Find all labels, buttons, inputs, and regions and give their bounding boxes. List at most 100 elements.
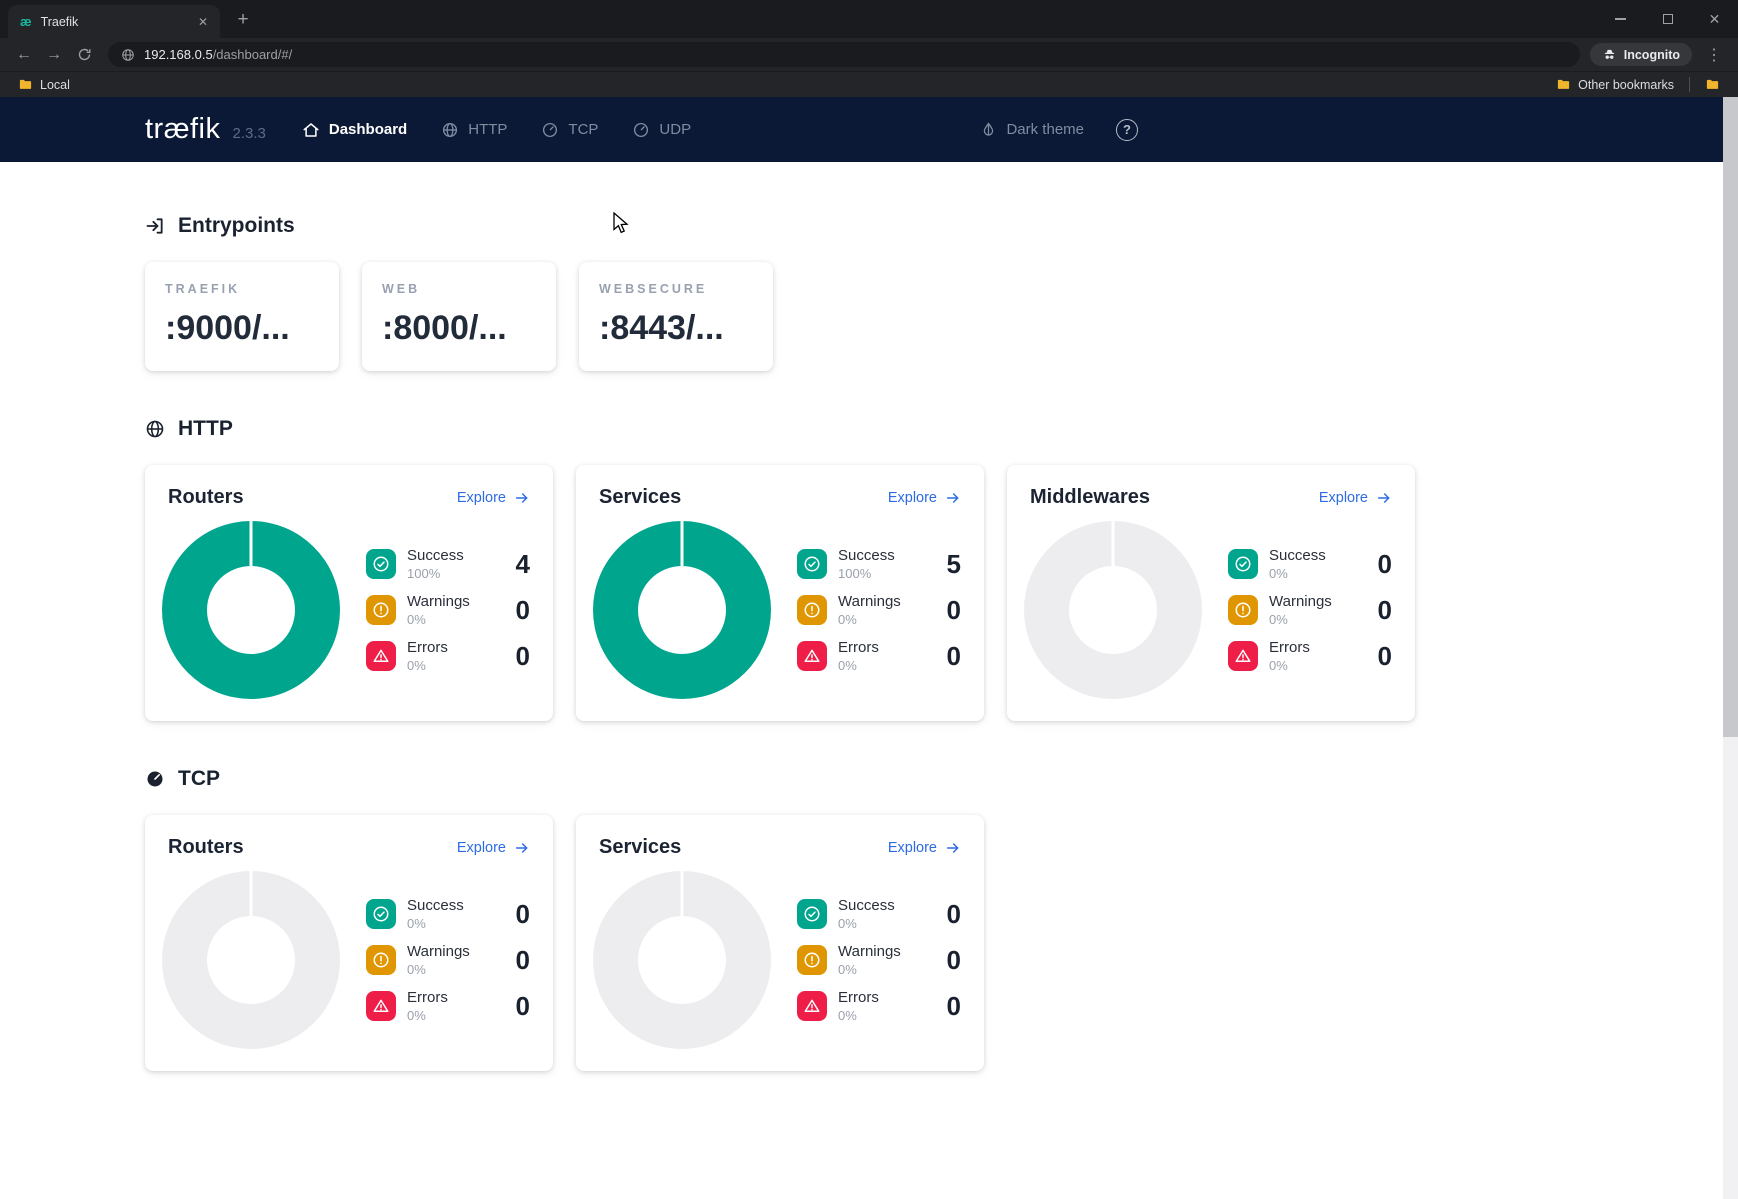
stat-percent: 0% xyxy=(838,658,936,673)
hidden-bookmarks-button[interactable] xyxy=(1699,75,1726,94)
main-nav: Dashboard HTTP TCP UDP xyxy=(302,121,691,139)
empty-donut-chart xyxy=(593,871,771,1049)
card-title: Services xyxy=(599,486,681,509)
tcp-section: TCP Routers Explore xyxy=(145,767,1723,1071)
other-bookmarks[interactable]: Other bookmarks xyxy=(1550,75,1680,94)
explore-label: Explore xyxy=(457,840,506,856)
reload-icon xyxy=(77,47,92,62)
stat-label: Warnings xyxy=(838,593,936,610)
nav-tcp[interactable]: TCP xyxy=(541,121,598,139)
explore-link[interactable]: Explore xyxy=(888,840,961,856)
warnings-row: Warnings0% 0 xyxy=(797,592,961,629)
stat-count: 0 xyxy=(1378,595,1392,626)
entrypoints-section: Entrypoints TRAEFIK :9000/... WEB :8000/… xyxy=(145,214,1723,371)
browser-tab[interactable]: æ Traefik ✕ xyxy=(8,5,220,38)
page-scrollbar[interactable] xyxy=(1723,97,1738,1199)
help-button[interactable]: ? xyxy=(1116,119,1138,141)
stat-label: Warnings xyxy=(407,943,505,960)
reload-button[interactable] xyxy=(70,41,98,69)
arrow-right-icon xyxy=(1376,490,1392,506)
explore-link[interactable]: Explore xyxy=(457,840,530,856)
nav-udp[interactable]: UDP xyxy=(632,121,691,139)
stat-count: 0 xyxy=(947,641,961,672)
app-header: træfik 2.3.3 Dashboard HTTP TCP UDP xyxy=(0,97,1723,162)
stat-percent: 0% xyxy=(838,916,936,931)
explore-label: Explore xyxy=(888,490,937,506)
entrypoint-port: :8443/... xyxy=(599,309,753,348)
success-donut-chart xyxy=(162,521,340,699)
errors-row: Errors0% 0 xyxy=(366,638,530,675)
stat-percent: 0% xyxy=(407,962,505,977)
warnings-row: Warnings0% 0 xyxy=(366,592,530,629)
stat-count: 0 xyxy=(1378,641,1392,672)
stats-list: Success0% 0 Warnings0% 0 Errors0% xyxy=(797,887,961,1034)
other-bookmarks-label: Other bookmarks xyxy=(1578,78,1674,92)
browser-window: æ Traefik ✕ + ✕ ← → 192.168.0.5/dashboar… xyxy=(0,0,1738,97)
entrypoint-port: :8000/... xyxy=(382,309,536,348)
success-icon xyxy=(797,549,827,579)
warning-icon xyxy=(797,945,827,975)
url-text: 192.168.0.5/dashboard/#/ xyxy=(144,46,292,64)
stat-label: Warnings xyxy=(838,943,936,960)
bookmark-local[interactable]: Local xyxy=(12,75,76,94)
stat-count: 0 xyxy=(947,991,961,1022)
browser-menu-button[interactable]: ⋮ xyxy=(1700,41,1728,69)
stat-count: 4 xyxy=(516,549,530,580)
stat-label: Errors xyxy=(838,989,936,1006)
new-tab-button[interactable]: + xyxy=(230,9,256,31)
stat-percent: 100% xyxy=(407,566,505,581)
gauge-icon xyxy=(145,769,165,789)
errors-row: Errors0% 0 xyxy=(1228,638,1392,675)
window-maximize-button[interactable] xyxy=(1644,0,1691,38)
dark-theme-toggle[interactable]: Dark theme xyxy=(980,121,1084,138)
forward-button[interactable]: → xyxy=(40,41,68,69)
address-bar[interactable]: 192.168.0.5/dashboard/#/ xyxy=(108,42,1580,67)
warning-icon xyxy=(1228,595,1258,625)
tab-close-icon[interactable]: ✕ xyxy=(194,13,212,31)
section-title: TCP xyxy=(178,767,220,791)
stat-percent: 0% xyxy=(838,1008,936,1023)
stat-label: Errors xyxy=(1269,639,1367,656)
explore-label: Explore xyxy=(457,490,506,506)
explore-link[interactable]: Explore xyxy=(1319,490,1392,506)
nav-dashboard[interactable]: Dashboard xyxy=(302,121,407,139)
success-row: Success0% 0 xyxy=(1228,546,1392,583)
mouse-cursor xyxy=(613,212,633,236)
scrollbar-thumb[interactable] xyxy=(1723,97,1738,737)
tcp-routers-card: Routers Explore Success0% 0 xyxy=(145,815,553,1071)
card-title: Routers xyxy=(168,486,244,509)
success-row: Success100% 5 xyxy=(797,546,961,583)
error-icon xyxy=(797,641,827,671)
folder-icon xyxy=(18,77,33,92)
arrow-right-icon xyxy=(945,840,961,856)
tcp-cards: Routers Explore Success0% 0 xyxy=(145,815,1723,1071)
tcp-heading: TCP xyxy=(145,767,1723,791)
http-cards: Routers Explore Success100% 4 xyxy=(145,465,1723,721)
section-title: Entrypoints xyxy=(178,214,295,238)
site-globe-icon xyxy=(121,48,135,62)
success-icon xyxy=(366,899,396,929)
stat-label: Errors xyxy=(838,639,936,656)
stat-count: 0 xyxy=(516,595,530,626)
window-close-button[interactable]: ✕ xyxy=(1691,0,1738,38)
nav-http[interactable]: HTTP xyxy=(441,121,507,139)
error-icon xyxy=(797,991,827,1021)
warning-icon xyxy=(797,595,827,625)
browser-toolbar: ← → 192.168.0.5/dashboard/#/ Incognito ⋮ xyxy=(0,38,1738,71)
window-minimize-button[interactable] xyxy=(1597,0,1644,38)
stat-percent: 0% xyxy=(838,612,936,627)
incognito-label: Incognito xyxy=(1624,48,1680,62)
window-controls: ✕ xyxy=(1597,0,1738,38)
stat-label: Errors xyxy=(407,639,505,656)
globe-icon xyxy=(441,121,459,139)
tab-title: Traefik xyxy=(41,15,185,29)
bookmark-label: Local xyxy=(40,78,70,92)
globe-icon xyxy=(145,419,165,439)
back-button[interactable]: ← xyxy=(10,41,38,69)
entrypoint-card-websecure: WEBSECURE :8443/... xyxy=(579,262,773,371)
entrypoint-name: WEBSECURE xyxy=(599,282,753,296)
explore-link[interactable]: Explore xyxy=(457,490,530,506)
gauge-icon xyxy=(632,121,650,139)
explore-link[interactable]: Explore xyxy=(888,490,961,506)
success-donut-chart xyxy=(593,521,771,699)
